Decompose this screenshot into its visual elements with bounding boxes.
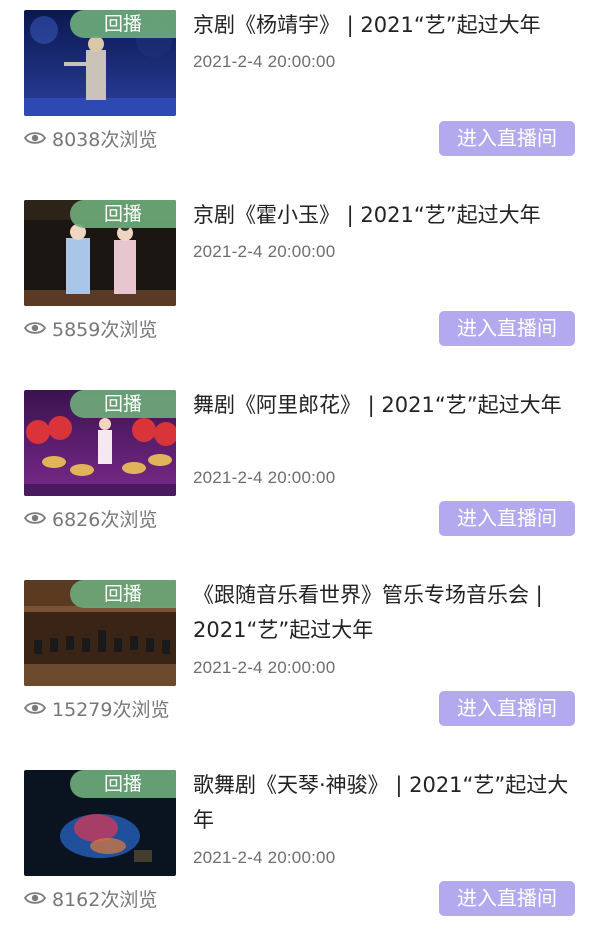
enter-live-room-button[interactable]: 进入直播间 bbox=[439, 121, 575, 156]
replay-badge: 回播 bbox=[70, 770, 176, 798]
replay-badge: 回播 bbox=[70, 10, 176, 38]
replay-badge: 回播 bbox=[70, 390, 176, 418]
item-date: 2021-2-4 20:00:00 bbox=[193, 848, 336, 867]
view-count-label: 8162次浏览 bbox=[52, 888, 158, 911]
eye-icon bbox=[24, 892, 46, 904]
video-thumbnail[interactable]: 回播 bbox=[24, 580, 176, 686]
item-date: 2021-2-4 20:00:00 bbox=[193, 468, 336, 487]
item-title[interactable]: 京剧《杨靖宇》 | 2021“艺”起过大年 bbox=[193, 8, 588, 43]
eye-icon bbox=[24, 322, 46, 334]
replay-badge: 回播 bbox=[70, 200, 176, 228]
view-count: 15279次浏览 bbox=[24, 695, 169, 721]
item-date: 2021-2-4 20:00:00 bbox=[193, 52, 336, 71]
view-count: 5859次浏览 bbox=[24, 315, 157, 341]
enter-live-room-button[interactable]: 进入直播间 bbox=[439, 501, 575, 536]
eye-icon bbox=[24, 702, 46, 714]
enter-live-room-button[interactable]: 进入直播间 bbox=[439, 311, 575, 346]
item-title[interactable]: 舞剧《阿里郎花》 | 2021“艺”起过大年 bbox=[193, 388, 588, 423]
item-title[interactable]: 歌舞剧《天琴·神骏》 | 2021“艺”起过大年 bbox=[193, 768, 588, 838]
video-thumbnail[interactable]: 回播 bbox=[24, 390, 176, 496]
view-count-label: 5859次浏览 bbox=[52, 318, 158, 341]
view-count-label: 8038次浏览 bbox=[52, 128, 158, 151]
enter-live-room-button[interactable]: 进入直播间 bbox=[439, 691, 575, 726]
replay-badge: 回播 bbox=[70, 580, 176, 608]
view-count-label: 6826次浏览 bbox=[52, 508, 158, 531]
replay-list: 回播 京剧《杨靖宇》 | 2021“艺”起过大年 2021-2-4 20:00:… bbox=[0, 0, 600, 938]
view-count: 8162次浏览 bbox=[24, 885, 157, 911]
list-item[interactable]: 回播 《跟随音乐看世界》管乐专场音乐会 | 2021“艺”起过大年 2021-2… bbox=[0, 570, 600, 760]
item-title[interactable]: 京剧《霍小玉》 | 2021“艺”起过大年 bbox=[193, 198, 588, 233]
eye-icon bbox=[24, 512, 46, 524]
list-item[interactable]: 回播 京剧《杨靖宇》 | 2021“艺”起过大年 2021-2-4 20:00:… bbox=[0, 0, 600, 190]
video-thumbnail[interactable]: 回播 bbox=[24, 10, 176, 116]
view-count: 8038次浏览 bbox=[24, 125, 157, 151]
list-item[interactable]: 回播 京剧《霍小玉》 | 2021“艺”起过大年 2021-2-4 20:00:… bbox=[0, 190, 600, 380]
item-date: 2021-2-4 20:00:00 bbox=[193, 242, 336, 261]
item-title[interactable]: 《跟随音乐看世界》管乐专场音乐会 | 2021“艺”起过大年 bbox=[193, 578, 588, 648]
list-item[interactable]: 回播 舞剧《阿里郎花》 | 2021“艺”起过大年 2021-2-4 20:00… bbox=[0, 380, 600, 570]
eye-icon bbox=[24, 132, 46, 144]
video-thumbnail[interactable]: 回播 bbox=[24, 770, 176, 876]
item-date: 2021-2-4 20:00:00 bbox=[193, 658, 336, 677]
video-thumbnail[interactable]: 回播 bbox=[24, 200, 176, 306]
list-item[interactable]: 回播 歌舞剧《天琴·神骏》 | 2021“艺”起过大年 2021-2-4 20:… bbox=[0, 760, 600, 938]
view-count-label: 15279次浏览 bbox=[52, 698, 170, 721]
view-count: 6826次浏览 bbox=[24, 505, 157, 531]
enter-live-room-button[interactable]: 进入直播间 bbox=[439, 881, 575, 916]
